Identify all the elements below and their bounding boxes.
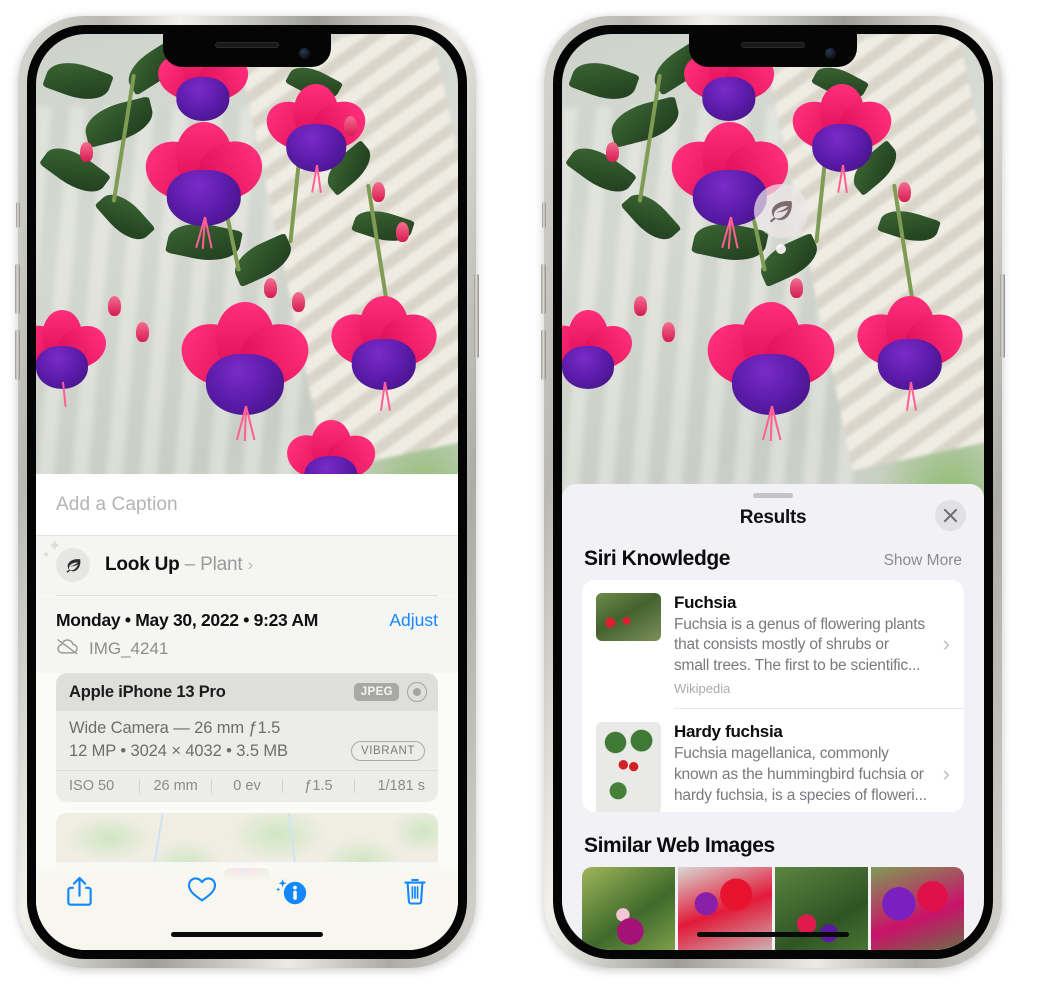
leaf-icon: ✦ ✦ <box>42 539 90 582</box>
result-description: Fuchsia magellanica, commonly known as t… <box>674 745 927 804</box>
web-image-thumbnail[interactable] <box>582 867 676 950</box>
result-title: Hardy fuchsia <box>674 722 783 742</box>
close-icon <box>943 508 958 522</box>
exif-stat-iso: ISO 50 <box>69 778 115 794</box>
photo-date: Monday • May 30, 2022 • 9:23 AM <box>56 610 318 630</box>
chevron-right-icon: › <box>247 555 253 574</box>
file-row: IMG_4241 <box>36 634 458 673</box>
front-camera-icon <box>825 48 836 59</box>
look-up-row[interactable]: ✦ ✦ Look Up – Plant › <box>36 536 458 595</box>
result-thumbnail <box>596 592 661 641</box>
look-up-subject: Plant <box>200 554 243 575</box>
front-camera-icon <box>299 48 310 59</box>
earpiece-speaker <box>741 42 805 48</box>
section-title-siri-knowledge: Siri Knowledge <box>584 546 731 570</box>
format-badge: JPEG <box>353 683 399 701</box>
look-up-title: Look Up <box>105 554 180 575</box>
siri-knowledge-header: Siri Knowledge Show More <box>562 547 984 580</box>
page-title: Results <box>739 506 807 528</box>
iphone-right-device: Results Siri Knowledge Show More Fuchsia… <box>541 16 1005 968</box>
close-button[interactable] <box>935 499 966 531</box>
screen-right: Results Siri Knowledge Show More Fuchsia… <box>562 34 984 950</box>
web-image-thumbnail[interactable] <box>678 867 772 950</box>
delete-button[interactable] <box>338 876 435 906</box>
look-up-separator: – <box>179 554 201 575</box>
earpiece-speaker <box>215 42 279 48</box>
volume-up-button[interactable] <box>541 264 546 314</box>
exif-stat-exposure: 0 ev <box>233 778 261 794</box>
result-title: Fuchsia <box>674 592 737 612</box>
notch <box>689 34 857 67</box>
exif-card[interactable]: Apple iPhone 13 Pro JPEG Wide Camera — 2… <box>56 673 438 802</box>
file-name: IMG_4241 <box>89 639 169 658</box>
list-item[interactable]: Fuchsia Fuchsia is a genus of flowering … <box>582 580 964 709</box>
chevron-right-icon: › <box>942 761 950 787</box>
icloud-slash-icon <box>56 638 79 660</box>
result-source: Wikipedia <box>674 681 731 697</box>
aperture-icon <box>407 682 427 702</box>
info-button[interactable] <box>247 876 338 907</box>
web-image-thumbnail[interactable] <box>870 867 964 950</box>
power-button[interactable] <box>474 274 479 358</box>
volume-down-button[interactable] <box>541 330 546 380</box>
image-size-info: 12 MP • 3024 × 4032 • 3.5 MB <box>69 741 288 760</box>
exif-stat-shutter: 1/181 s <box>377 778 426 794</box>
exif-body: Wide Camera — 26 mm ƒ1.5 12 MP • 3024 × … <box>56 711 438 770</box>
volume-down-button[interactable] <box>15 330 20 380</box>
iphone-left-device: Add a Caption ✦ ✦ Look Up – Plant › Mond… <box>15 16 479 968</box>
web-image-thumbnail[interactable] <box>774 867 868 950</box>
exif-stat-aperture: ƒ1.5 <box>304 778 333 794</box>
visual-lookup-badge[interactable] <box>754 184 808 254</box>
notch <box>163 34 331 67</box>
result-description: Fuchsia is a genus of flowering plants t… <box>674 615 925 674</box>
siri-knowledge-card: Fuchsia Fuchsia is a genus of flowering … <box>582 579 964 813</box>
results-header: Results <box>562 498 984 547</box>
silent-switch[interactable] <box>16 202 20 228</box>
exif-stat-focal: 26 mm <box>153 778 198 794</box>
photo-metadata-row: Monday • May 30, 2022 • 9:23 AM Adjust <box>36 596 458 634</box>
camera-device-name: Apple iPhone 13 Pro <box>69 682 226 701</box>
lens-info: Wide Camera — 26 mm ƒ1.5 <box>69 719 281 737</box>
screenshot-root: Add a Caption ✦ ✦ Look Up – Plant › Mond… <box>0 0 1055 985</box>
adjust-button[interactable]: Adjust <box>389 610 438 631</box>
device-bezel: Results Siri Knowledge Show More Fuchsia… <box>553 25 993 959</box>
caption-input[interactable]: Add a Caption <box>36 474 458 535</box>
list-item[interactable]: Hardy fuchsia Fuchsia magellanica, commo… <box>582 709 964 813</box>
results-sheet: Results Siri Knowledge Show More Fuchsia… <box>562 484 984 950</box>
sparkle-icon: ✦ ✦ <box>42 538 62 561</box>
favorite-button[interactable] <box>157 876 248 903</box>
power-button[interactable] <box>1000 274 1005 358</box>
volume-up-button[interactable] <box>15 264 20 314</box>
similar-web-images-strip[interactable] <box>582 867 964 950</box>
similar-web-images-header: Similar Web Images <box>562 812 984 867</box>
home-indicator[interactable] <box>697 932 849 937</box>
section-title-similar-web-images: Similar Web Images <box>584 834 775 858</box>
chevron-right-icon: › <box>942 631 950 657</box>
badge-anchor-dot <box>776 244 786 254</box>
result-thumbnail <box>596 722 661 813</box>
exif-stats: ISO 50 26 mm 0 ev ƒ1.5 1/181 s <box>56 770 438 802</box>
look-up-label: Look Up – Plant › <box>105 554 253 576</box>
silent-switch[interactable] <box>542 202 546 228</box>
exif-header: Apple iPhone 13 Pro JPEG <box>56 673 438 711</box>
share-button[interactable] <box>60 876 157 907</box>
screen-left: Add a Caption ✦ ✦ Look Up – Plant › Mond… <box>36 34 458 950</box>
home-indicator[interactable] <box>171 932 323 937</box>
device-bezel: Add a Caption ✦ ✦ Look Up – Plant › Mond… <box>27 25 467 959</box>
photographic-style-badge: VIBRANT <box>350 741 425 761</box>
show-more-button[interactable]: Show More <box>884 552 962 570</box>
